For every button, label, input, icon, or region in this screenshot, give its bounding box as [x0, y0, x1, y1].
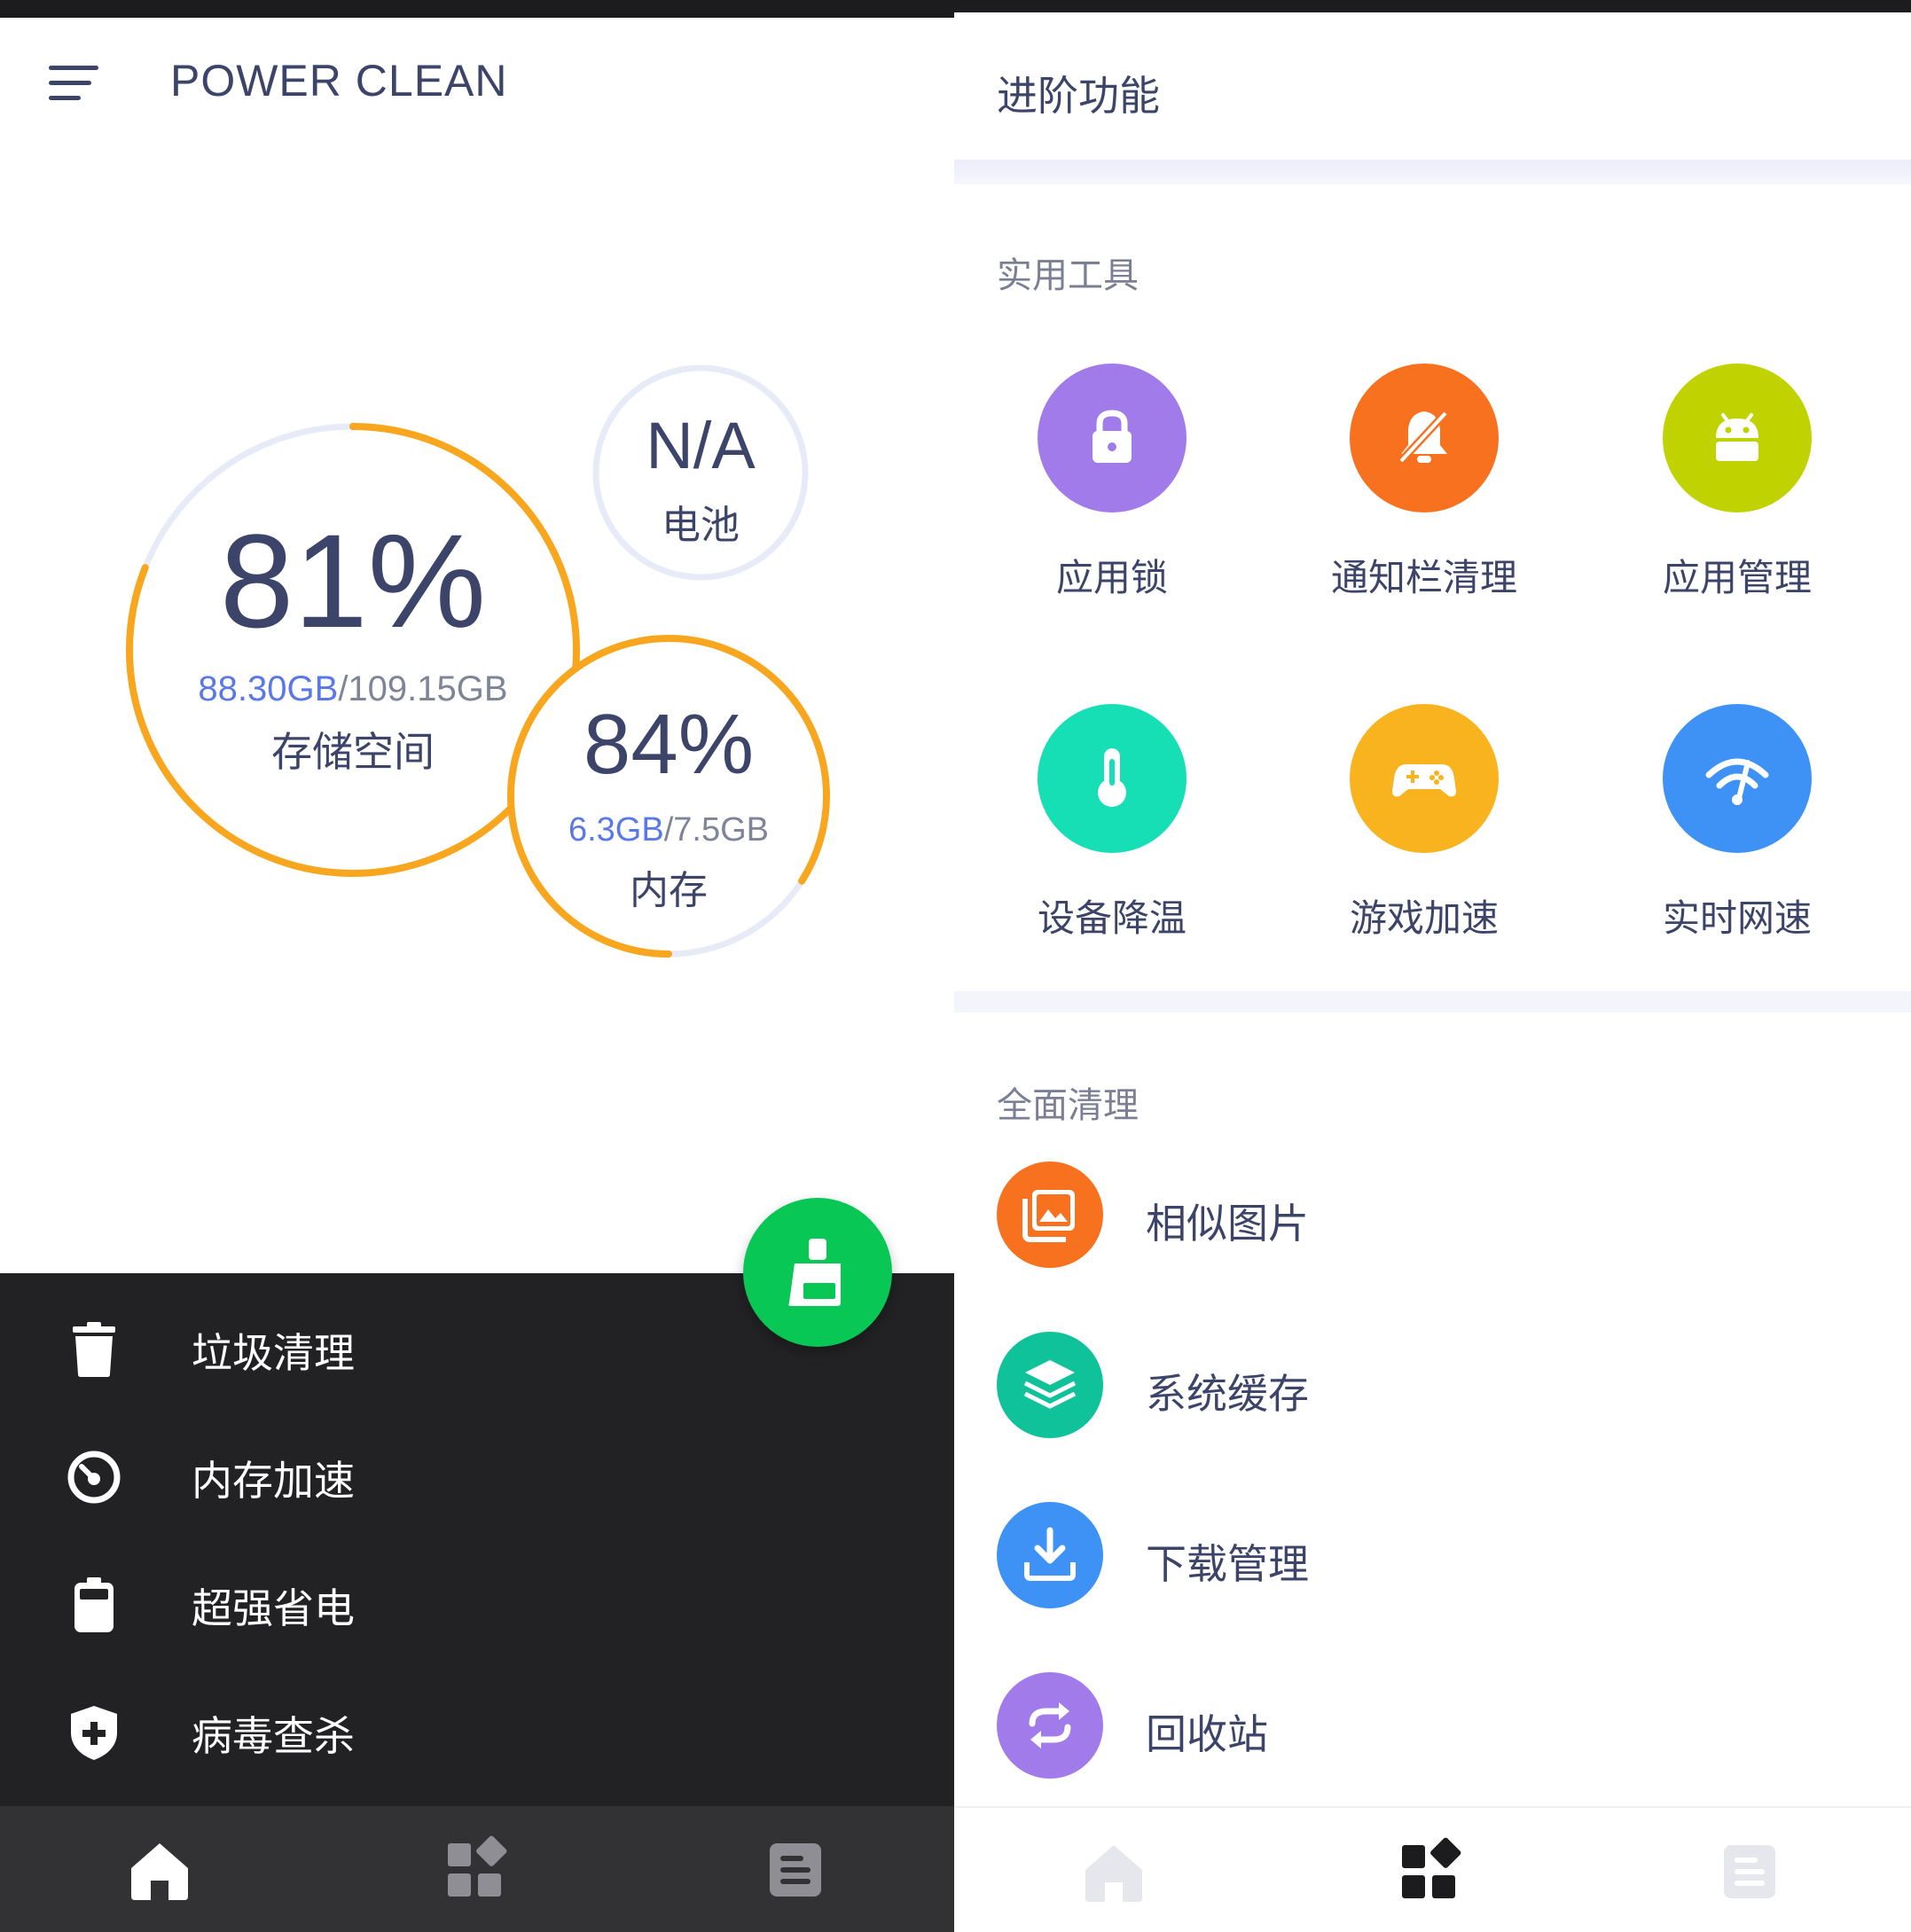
- wifi-speed-icon: [1705, 758, 1769, 805]
- tool-circle: [1350, 704, 1499, 853]
- action-label: 垃圾清理: [192, 1329, 355, 1377]
- tool-label: 应用管理: [1662, 556, 1812, 599]
- memory-label: 内存: [630, 868, 708, 913]
- clean-circle: [997, 1332, 1103, 1438]
- clean-circle: [997, 1162, 1103, 1268]
- download-icon: [1024, 1527, 1076, 1581]
- clean-similar-photos[interactable]: 相似图片: [997, 1162, 1795, 1271]
- trash-icon: [73, 1322, 115, 1377]
- clean-fab-button[interactable]: [743, 1198, 892, 1347]
- action-label: 病毒查杀: [192, 1712, 355, 1760]
- action-memory-boost[interactable]: 内存加速: [0, 1422, 954, 1529]
- clean-label: 回收站: [1146, 1710, 1268, 1758]
- battery-value: N/A: [646, 409, 756, 482]
- bell-off-icon: [1398, 410, 1449, 465]
- section-divider: [954, 991, 1911, 1013]
- tool-label: 应用锁: [1055, 556, 1168, 599]
- tool-circle: [1038, 364, 1187, 512]
- memory-total: /7.5GB: [663, 811, 770, 849]
- memory-used: 6.3GB: [568, 811, 664, 849]
- tool-notification-clean[interactable]: 通知栏清理: [1309, 364, 1539, 612]
- broom-icon: [788, 1239, 841, 1306]
- tool-circle: [1038, 704, 1187, 853]
- home-screen: POWER CLEAN 81% 88.30GB/109.15GB 存储空间 N/…: [0, 0, 954, 1932]
- page-title: 进阶功能: [997, 72, 1160, 120]
- status-bar: [954, 0, 1911, 12]
- shield-plus-icon: [71, 1706, 117, 1760]
- clean-system-cache[interactable]: 系统缓存: [997, 1332, 1795, 1442]
- apps-grid-icon: [1402, 1837, 1461, 1898]
- clean-label: 下载管理: [1146, 1540, 1309, 1588]
- clean-label: 相似图片: [1146, 1200, 1309, 1248]
- tool-network-speed[interactable]: 实时网速: [1622, 704, 1852, 952]
- action-virus-scan[interactable]: 病毒查杀: [0, 1678, 954, 1784]
- tool-app-manager[interactable]: 应用管理: [1622, 364, 1852, 612]
- storage-total: /109.15GB: [338, 669, 508, 708]
- action-label: 超强省电: [192, 1584, 355, 1632]
- clean-label: 系统缓存: [1146, 1370, 1309, 1418]
- nav-report[interactable]: [761, 1834, 832, 1905]
- gamepad-icon: [1392, 764, 1456, 797]
- nav-tools[interactable]: [441, 1834, 512, 1905]
- bottom-nav: [954, 1806, 1911, 1932]
- thermometer-icon: [1098, 748, 1126, 807]
- clean-recycle-bin[interactable]: 回收站: [997, 1672, 1795, 1782]
- speedometer-icon: [67, 1451, 121, 1504]
- document-icon: [1724, 1845, 1775, 1898]
- action-power-saving[interactable]: 超强省电: [0, 1550, 954, 1656]
- memory-percent: 84%: [583, 697, 755, 792]
- clean-circle: [997, 1502, 1103, 1608]
- document-icon: [770, 1843, 821, 1897]
- section-title-tools: 实用工具: [997, 255, 1139, 296]
- tool-label: 实时网速: [1662, 896, 1812, 940]
- section-title-clean: 全面清理: [997, 1085, 1139, 1126]
- quick-actions-panel: 垃圾清理 内存加速 超强省电 病毒查杀: [0, 1273, 954, 1806]
- memory-size: 6.3GB/7.5GB: [509, 811, 828, 849]
- tool-label: 设备降温: [1037, 896, 1187, 940]
- nav-home[interactable]: [124, 1834, 195, 1905]
- nav-tools[interactable]: [1395, 1836, 1466, 1907]
- tool-label: 通知栏清理: [1330, 556, 1517, 599]
- layers-icon: [1023, 1360, 1077, 1409]
- advanced-screen: 进阶功能 实用工具 应用锁 通知栏清理 应用管理 设备降温 游戏加速 实时网速 …: [954, 0, 1911, 1932]
- action-label: 内存加速: [192, 1457, 355, 1505]
- home-icon: [131, 1843, 188, 1900]
- clean-download-manager[interactable]: 下载管理: [997, 1502, 1795, 1612]
- home-icon: [1085, 1845, 1142, 1902]
- tool-circle: [1663, 704, 1812, 853]
- nav-home[interactable]: [1078, 1836, 1149, 1907]
- photos-icon: [1022, 1190, 1075, 1242]
- battery-label: 电池: [662, 503, 740, 548]
- android-icon: [1716, 413, 1758, 461]
- tool-app-lock[interactable]: 应用锁: [997, 364, 1227, 612]
- tool-game-boost[interactable]: 游戏加速: [1309, 704, 1539, 952]
- tool-circle: [1663, 364, 1812, 512]
- recycle-icon: [1029, 1702, 1071, 1748]
- nav-report[interactable]: [1715, 1836, 1786, 1907]
- apps-grid-icon: [448, 1835, 507, 1897]
- tool-device-cooling[interactable]: 设备降温: [997, 704, 1227, 952]
- bottom-nav: [0, 1806, 954, 1932]
- tool-circle: [1350, 364, 1499, 512]
- lock-icon: [1093, 410, 1132, 463]
- battery-icon: [74, 1577, 114, 1632]
- clean-circle: [997, 1672, 1103, 1779]
- header-divider: [954, 160, 1911, 184]
- storage-used: 88.30GB: [198, 669, 339, 708]
- tool-label: 游戏加速: [1349, 896, 1499, 940]
- storage-percent: 81%: [219, 506, 487, 655]
